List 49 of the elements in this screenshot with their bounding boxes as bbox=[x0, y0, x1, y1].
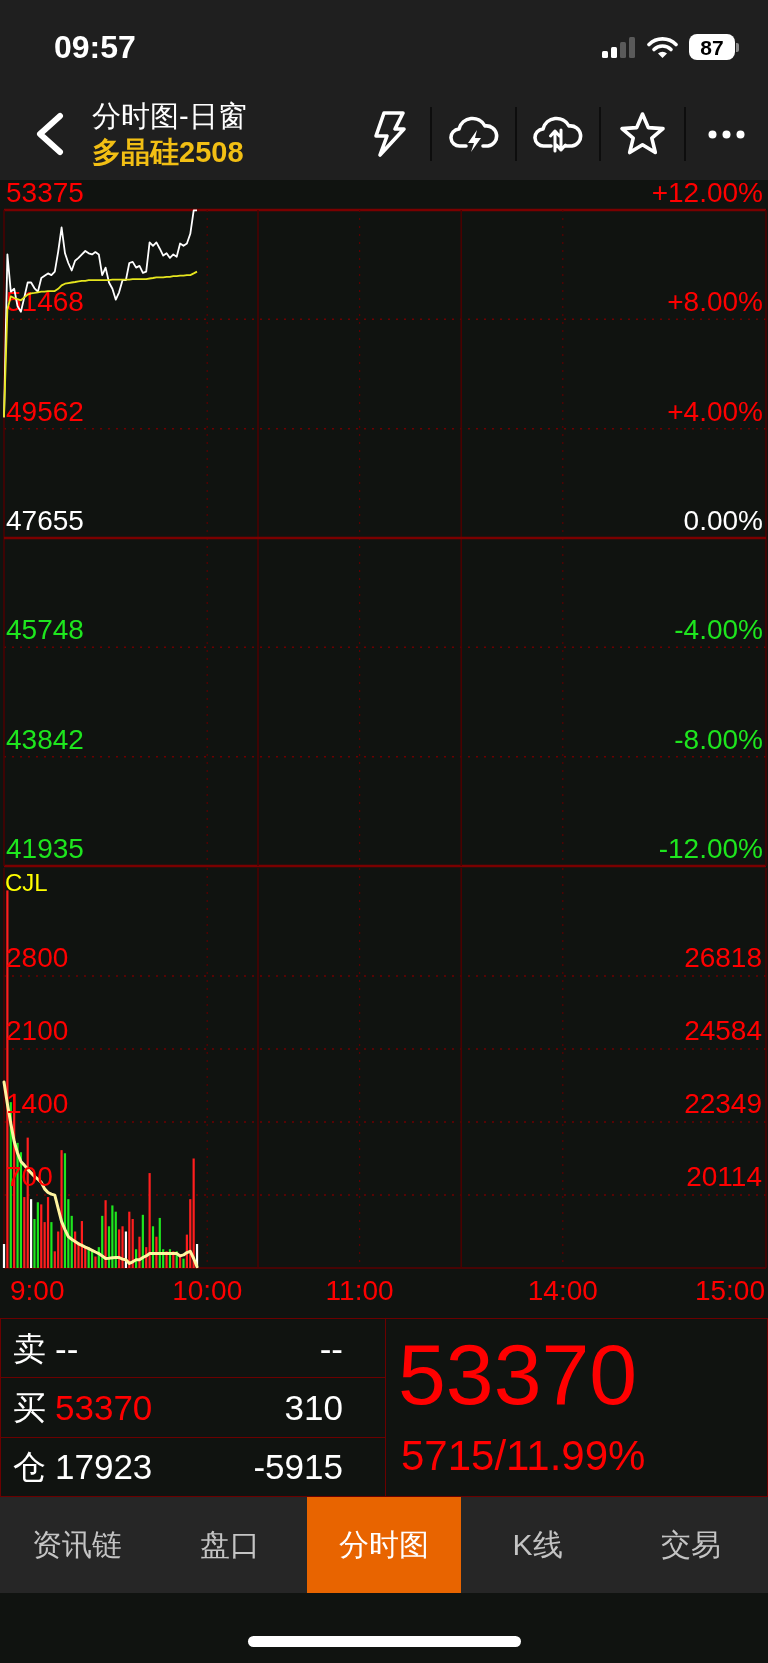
cloud-sync-icon[interactable] bbox=[533, 115, 583, 153]
time-axis-label: 15:00 bbox=[694, 1275, 765, 1306]
status-time: 09:57 bbox=[54, 31, 136, 63]
more-icon[interactable] bbox=[708, 129, 746, 139]
quote-volume: -5915 bbox=[253, 1449, 343, 1485]
quote-label: 卖 bbox=[13, 1331, 46, 1365]
wifi-icon bbox=[647, 36, 678, 58]
quote-volume: 310 bbox=[284, 1390, 343, 1425]
tab[interactable]: 盘口 bbox=[153, 1497, 308, 1593]
open-interest-axis-label: 26818 bbox=[684, 941, 762, 973]
time-axis-label: 9:00 bbox=[10, 1275, 65, 1306]
time-axis-label: 10:00 bbox=[172, 1275, 243, 1306]
quote-volume: -- bbox=[319, 1330, 343, 1366]
percent-axis-label: +8.00% bbox=[667, 286, 763, 318]
quote-label: 买 bbox=[13, 1391, 46, 1424]
open-interest-axis-label: 22349 bbox=[684, 1087, 762, 1119]
quote-price: -- bbox=[55, 1330, 79, 1366]
price-axis-label: 43842 bbox=[6, 723, 84, 755]
price-axis-label: 45748 bbox=[6, 614, 84, 646]
quote-price: 17923 bbox=[55, 1449, 153, 1485]
instrument-name: 多晶硅2508 bbox=[92, 135, 245, 170]
price-axis-label: 49562 bbox=[6, 395, 84, 427]
open-interest-axis-label: 20114 bbox=[686, 1161, 762, 1192]
price-axis-label: 53375 bbox=[6, 180, 84, 208]
tab[interactable]: K线 bbox=[460, 1497, 615, 1593]
lightning-icon[interactable] bbox=[371, 110, 407, 158]
price-axis-label: 41935 bbox=[6, 833, 84, 864]
open-interest-axis-label: 24584 bbox=[684, 1014, 762, 1046]
cloud-lightning-icon[interactable] bbox=[448, 115, 499, 153]
cellular-signal-icon bbox=[602, 36, 636, 58]
last-price: 53370 bbox=[398, 1326, 638, 1422]
battery-percentage: 87 bbox=[700, 36, 724, 58]
page-title: 分时图-日窗 bbox=[92, 99, 247, 134]
price-change: 5715/11.99% bbox=[401, 1432, 646, 1480]
quote-label: 仓 bbox=[13, 1450, 46, 1484]
percent-axis-label: -8.00% bbox=[674, 723, 763, 755]
percent-axis-label: +12.00% bbox=[651, 180, 763, 208]
percent-axis-label: +4.00% bbox=[667, 395, 763, 427]
percent-axis-label: 0.00% bbox=[683, 505, 763, 536]
star-icon[interactable] bbox=[618, 111, 666, 157]
price-axis-label: 47655 bbox=[6, 505, 84, 536]
tab[interactable]: 资讯链 bbox=[0, 1497, 154, 1593]
time-axis-label: 14:00 bbox=[527, 1275, 598, 1306]
time-axis-label: 11:00 bbox=[325, 1275, 394, 1306]
percent-axis-label: -4.00% bbox=[674, 614, 763, 646]
tab[interactable]: 交易 bbox=[614, 1497, 768, 1593]
quote-price: 53370 bbox=[55, 1390, 153, 1425]
chart-title: CJL bbox=[5, 869, 48, 896]
percent-axis-label: -12.00% bbox=[658, 833, 763, 864]
